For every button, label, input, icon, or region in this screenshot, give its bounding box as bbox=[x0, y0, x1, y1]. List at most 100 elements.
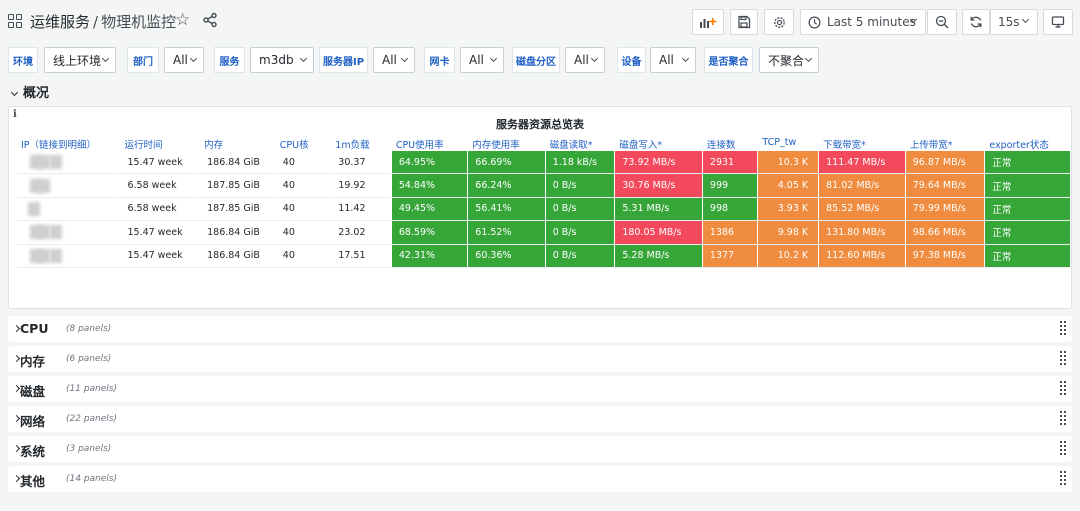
dashboard-title[interactable]: 物理机监控 bbox=[101, 13, 176, 31]
var-select-service[interactable]: m3db bbox=[250, 47, 314, 73]
table-cell: 正常 bbox=[985, 221, 1071, 245]
table-cell: 0 B/s bbox=[545, 244, 616, 268]
table-cell: 187.85 GiB bbox=[200, 197, 276, 222]
drag-handle-icon[interactable] bbox=[1060, 471, 1066, 487]
cell-value: 15.47 week bbox=[127, 250, 183, 262]
drag-handle-icon[interactable] bbox=[1060, 441, 1066, 457]
collapsed-row[interactable]: 系统 (3 panels) bbox=[8, 436, 1072, 462]
breadcrumb-folder[interactable]: 运维服务 bbox=[30, 13, 90, 31]
column-header[interactable]: 内存 bbox=[200, 137, 276, 151]
table-cell: 131.80 MB/s bbox=[819, 221, 906, 245]
ip-link-cell[interactable] bbox=[17, 244, 121, 268]
zoom-out-button[interactable] bbox=[927, 9, 957, 35]
drag-handle-icon[interactable] bbox=[1060, 381, 1066, 397]
table-cell: 186.84 GiB bbox=[200, 221, 276, 245]
chevron-down-icon bbox=[681, 54, 690, 63]
column-header[interactable]: CPU核 bbox=[276, 137, 332, 151]
chevron-down-icon bbox=[299, 54, 308, 63]
save-dashboard-button[interactable] bbox=[730, 9, 758, 35]
table-cell: 40 bbox=[275, 221, 332, 245]
star-icon[interactable]: ☆ bbox=[175, 10, 190, 30]
collapsed-row[interactable]: 网络 (22 panels) bbox=[8, 406, 1072, 432]
cell-value: 10.2 K bbox=[777, 250, 809, 262]
chevron-right-icon bbox=[12, 384, 21, 393]
table-cell: 97.38 MB/s bbox=[905, 244, 986, 268]
collapsed-row[interactable]: 磁盘 (11 panels) bbox=[8, 376, 1072, 402]
drag-handle-icon[interactable] bbox=[1060, 351, 1066, 367]
redacted-ip[interactable] bbox=[24, 178, 72, 193]
column-header[interactable]: exporter状态 bbox=[985, 137, 1071, 151]
panel-title[interactable]: 服务器资源总览表 bbox=[9, 116, 1071, 132]
table-cell: 正常 bbox=[985, 197, 1071, 222]
column-header[interactable]: IP（链接到明细） bbox=[17, 137, 120, 151]
table-cell: 6.58 week bbox=[120, 197, 201, 222]
cell-value: 正常 bbox=[992, 251, 1012, 263]
dashboards-grid-icon[interactable] bbox=[8, 14, 22, 28]
row-header-overview[interactable]: 概况 bbox=[10, 82, 49, 101]
table-cell: 正常 bbox=[985, 244, 1071, 268]
chevron-down-icon bbox=[189, 54, 198, 63]
ip-link-cell[interactable] bbox=[17, 221, 121, 245]
table-cell: 40 bbox=[275, 197, 332, 222]
var-select-dept[interactable]: All bbox=[164, 47, 204, 73]
cell-value: 30.37 bbox=[338, 156, 366, 168]
var-select-server-ip[interactable]: All bbox=[373, 47, 415, 73]
column-header[interactable]: 下载带宽* bbox=[819, 137, 906, 151]
share-icon[interactable] bbox=[202, 12, 218, 28]
drag-handle-icon[interactable] bbox=[1060, 321, 1066, 337]
refresh-button[interactable] bbox=[962, 9, 990, 35]
chevron-right-icon bbox=[12, 354, 21, 363]
refresh-interval-picker[interactable]: 15s bbox=[990, 9, 1038, 35]
time-range-picker[interactable]: Last 5 minutes bbox=[800, 9, 926, 35]
collapsed-row[interactable]: 内存 (6 panels) bbox=[8, 346, 1072, 372]
var-select-env[interactable]: 线上环境 bbox=[44, 47, 116, 73]
ip-link-cell[interactable] bbox=[17, 174, 121, 198]
redacted-ip[interactable] bbox=[24, 248, 72, 263]
table-cell: 186.84 GiB bbox=[200, 151, 276, 175]
column-header[interactable]: TCP_tw bbox=[758, 137, 819, 151]
column-header[interactable]: 1m负载 bbox=[331, 137, 392, 151]
column-header[interactable]: CPU使用率 bbox=[392, 137, 468, 151]
cell-value: 79.64 MB/s bbox=[912, 180, 966, 192]
add-panel-button[interactable] bbox=[692, 9, 724, 35]
column-header[interactable]: 上传带宽* bbox=[906, 137, 986, 151]
ip-link-cell[interactable] bbox=[17, 151, 121, 175]
dashboard-settings-button[interactable] bbox=[764, 9, 794, 35]
cell-value: 79.99 MB/s bbox=[912, 203, 966, 215]
table-cell: 23.02 bbox=[331, 221, 392, 245]
collapsed-row[interactable]: 其他 (14 panels) bbox=[8, 466, 1072, 492]
var-select-disk-partition[interactable]: All bbox=[565, 47, 605, 73]
redacted-ip[interactable] bbox=[24, 225, 72, 240]
column-header[interactable]: 运行时间 bbox=[120, 137, 200, 151]
server-resource-table: IP（链接到明细） 运行时间 内存 CPU核 1m负载 CPU使用率 内存使用率 磁盘读取* 磁… bbox=[17, 137, 1071, 268]
clock-icon bbox=[808, 16, 821, 28]
cell-value: 40 bbox=[282, 250, 295, 262]
redacted-ip[interactable] bbox=[24, 155, 72, 170]
cell-value: 正常 bbox=[992, 204, 1012, 216]
cell-value: 85.52 MB/s bbox=[826, 203, 880, 215]
var-select-nic[interactable]: All bbox=[460, 47, 504, 73]
column-header[interactable]: 磁盘读取* bbox=[546, 137, 616, 151]
var-select-aggregate[interactable]: 不聚合 bbox=[759, 47, 819, 73]
column-header[interactable]: 连接数 bbox=[703, 137, 759, 151]
redacted-ip[interactable] bbox=[24, 201, 72, 216]
row-title: 网络 bbox=[20, 414, 46, 429]
var-select-device[interactable]: All bbox=[650, 47, 696, 73]
chevron-down-icon bbox=[489, 54, 498, 63]
ip-link-cell[interactable] bbox=[17, 197, 121, 222]
cell-value: 0 B/s bbox=[552, 180, 577, 192]
var-label-aggregate: 是否聚合 bbox=[704, 47, 753, 73]
cell-value: 64.95% bbox=[398, 156, 436, 168]
cell-value: 15.47 week bbox=[127, 226, 183, 238]
save-icon bbox=[738, 15, 751, 29]
tv-mode-button[interactable] bbox=[1043, 9, 1073, 35]
table-row: 15.47 week 186.84 GiB 40 30.37 64.95% 66.69% 1… bbox=[17, 151, 1071, 175]
chevron-down-icon bbox=[590, 54, 599, 63]
table-cell: 5.31 MB/s bbox=[615, 197, 703, 222]
table-cell: 180.05 MB/s bbox=[615, 221, 703, 245]
collapsed-row[interactable]: CPU (8 panels) bbox=[8, 316, 1072, 342]
cell-value: 19.92 bbox=[338, 180, 366, 192]
drag-handle-icon[interactable] bbox=[1060, 411, 1066, 427]
column-header[interactable]: 磁盘写入* bbox=[615, 137, 703, 151]
column-header[interactable]: 内存使用率 bbox=[468, 137, 545, 151]
